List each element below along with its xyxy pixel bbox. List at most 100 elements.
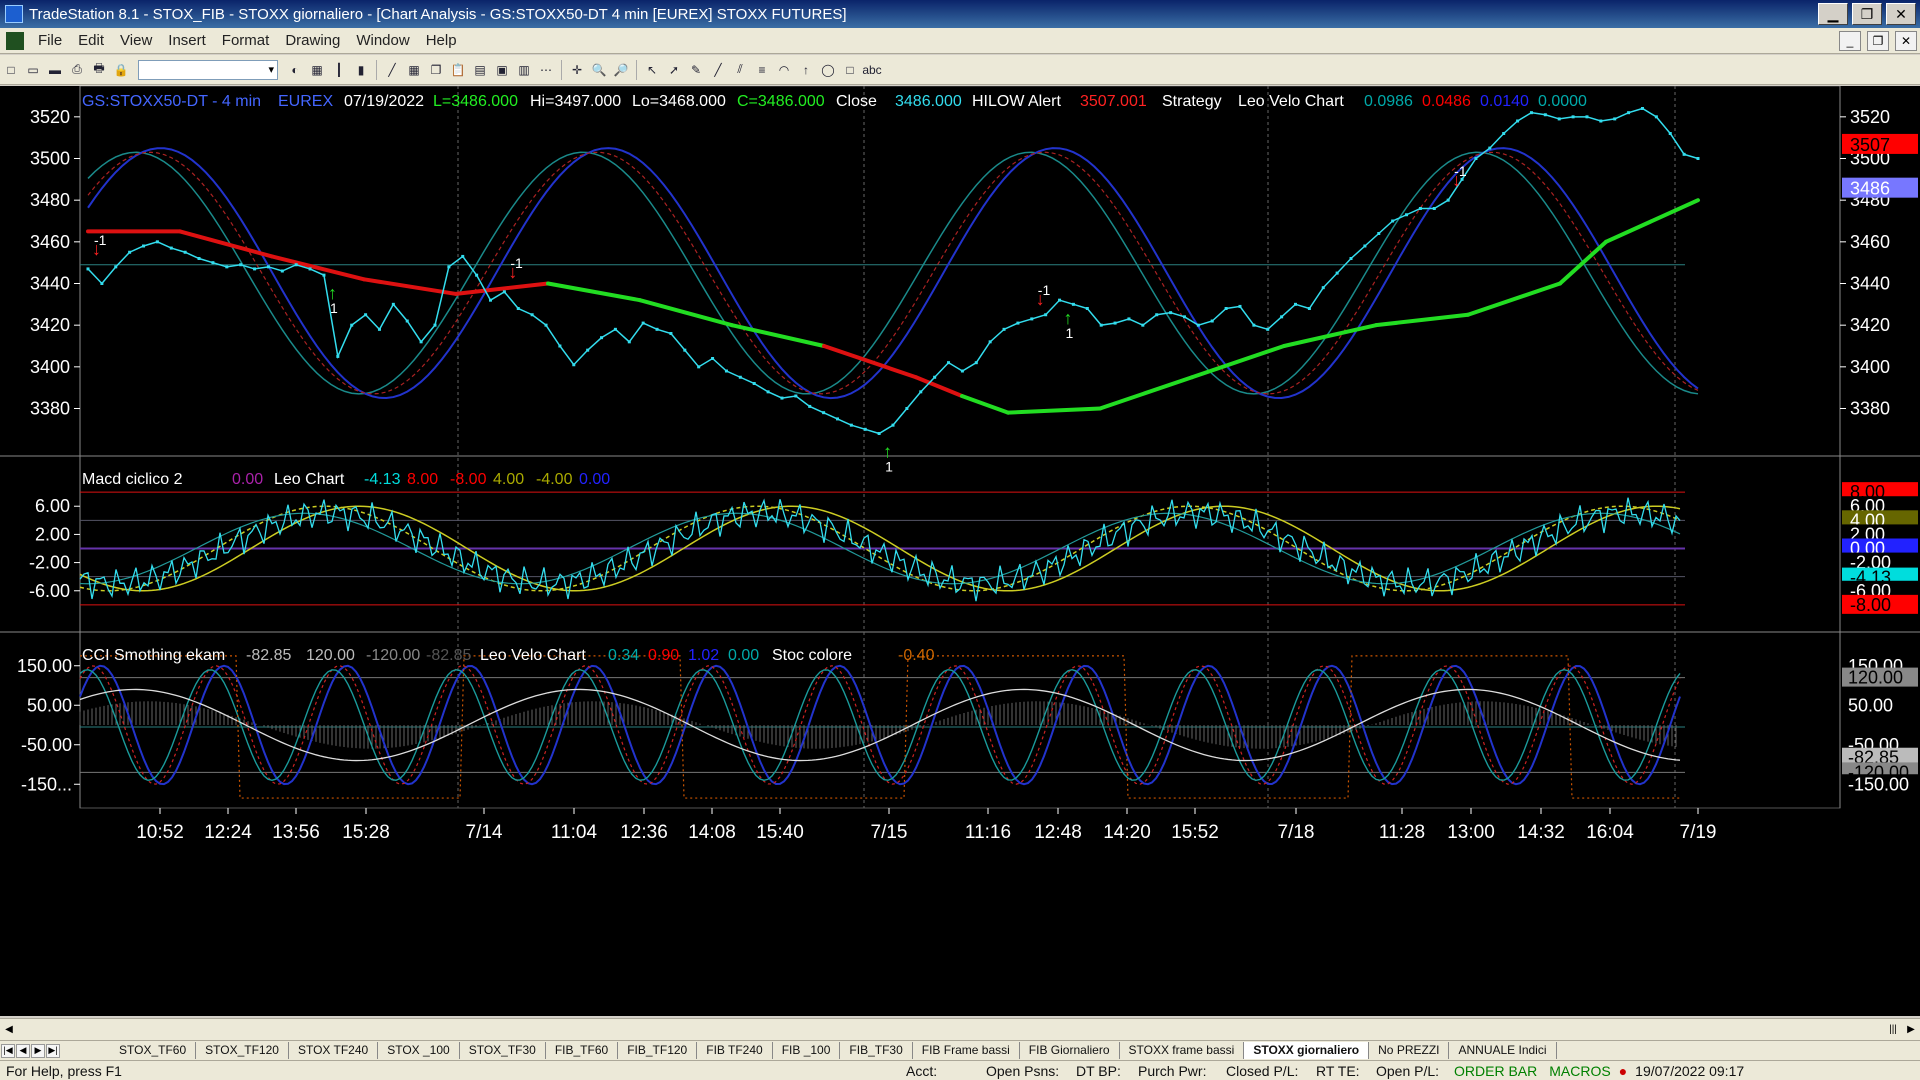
- close-price-point: [1432, 207, 1436, 210]
- minimize-button[interactable]: ▁: [1818, 3, 1848, 25]
- close-price-point: [1266, 327, 1270, 331]
- tab-nav-icon[interactable]: |◀: [1, 1043, 15, 1058]
- lock-icon[interactable]: 🔒: [112, 61, 130, 79]
- zoom-in-icon[interactable]: 🔍: [590, 61, 608, 79]
- tab-fib-giornaliero[interactable]: FIB Giornaliero: [1020, 1042, 1120, 1059]
- tab-fib-tf120[interactable]: FIB_TF120: [618, 1042, 698, 1059]
- tab-stox-100[interactable]: STOX _100: [378, 1042, 460, 1059]
- tab-fib-100[interactable]: FIB _100: [773, 1042, 841, 1059]
- tab-fib-tf60[interactable]: FIB_TF60: [546, 1042, 619, 1059]
- rectangle-icon[interactable]: □: [841, 61, 859, 79]
- cci-y-label: -50.00: [21, 735, 72, 755]
- tab-no-prezzi[interactable]: No PREZZI: [1369, 1042, 1450, 1059]
- pointer-icon[interactable]: ↖: [643, 61, 661, 79]
- restore-button[interactable]: ❐: [1852, 3, 1882, 25]
- scroll-right-icon[interactable]: ▶: [1902, 1021, 1920, 1039]
- color-icon[interactable]: ◐: [286, 61, 304, 79]
- child-close-button[interactable]: ✕: [1895, 30, 1917, 51]
- new-icon[interactable]: □: [2, 61, 20, 79]
- channel-icon[interactable]: ⫽: [731, 61, 749, 79]
- tab-stox-tf240[interactable]: STOX TF240: [289, 1042, 379, 1059]
- close-price-point: [1377, 232, 1381, 235]
- close-price-point: [600, 336, 604, 340]
- menu-edit[interactable]: Edit: [70, 32, 112, 49]
- menu-file[interactable]: File: [30, 32, 70, 49]
- price-header-exchange: EUREX: [278, 93, 333, 110]
- scroll-left-icon[interactable]: ◀: [0, 1021, 18, 1039]
- tab-fib-tf30[interactable]: FIB_TF30: [840, 1042, 913, 1059]
- child-restore-button[interactable]: ❐: [1867, 30, 1889, 51]
- macros-status[interactable]: MACROS: [1543, 1063, 1616, 1079]
- preview-icon[interactable]: 🖶: [90, 61, 108, 79]
- arrow-up-icon[interactable]: ↑: [797, 61, 815, 79]
- cursor-icon[interactable]: ➚: [665, 61, 683, 79]
- scroll-grip-icon[interactable]: |||: [1884, 1021, 1902, 1039]
- chart-area[interactable]: 3520 3520 3500 3500 3480 3480 3460 3460 3440 3440…: [0, 85, 1920, 1016]
- cci-leo-value: 0.90: [648, 647, 679, 664]
- x-axis-label: 15:28: [342, 822, 390, 843]
- chart-svg[interactable]: 3520 35203500 35003480 34803460 34603440 3440…: [0, 85, 1920, 1016]
- chart-icon[interactable]: ▦: [308, 61, 326, 79]
- tab-fib-frame-bassi[interactable]: FIB Frame bassi: [913, 1042, 1020, 1059]
- tools-icon[interactable]: ✎: [687, 61, 705, 79]
- trend-icon[interactable]: ╱: [709, 61, 727, 79]
- copy-icon[interactable]: ❐: [427, 61, 445, 79]
- close-button[interactable]: ✕: [1886, 3, 1916, 25]
- arc-icon[interactable]: ◠: [775, 61, 793, 79]
- bar-icon[interactable]: ┃: [330, 61, 348, 79]
- hilow-segment: [1098, 375, 1194, 411]
- print-icon[interactable]: ⎙: [68, 61, 86, 79]
- tab-annuale-indici[interactable]: ANNUALE Indici: [1449, 1042, 1557, 1059]
- close-price-point: [461, 254, 465, 258]
- close-price-point: [308, 267, 312, 271]
- menu-view[interactable]: View: [112, 32, 160, 49]
- tile-icon[interactable]: ▥: [515, 61, 533, 79]
- order-bar-status[interactable]: ORDER BAR: [1448, 1063, 1543, 1079]
- close-price-point: [405, 319, 409, 323]
- menu-drawing[interactable]: Drawing: [277, 32, 348, 49]
- window-icon[interactable]: ▣: [493, 61, 511, 79]
- tab-nav-icon[interactable]: ▶|: [46, 1043, 60, 1058]
- menu-bar: File Edit View Insert Format Drawing Win…: [0, 28, 1920, 54]
- tab-stox-tf30[interactable]: STOX_TF30: [460, 1042, 546, 1059]
- save-icon[interactable]: ▬: [46, 61, 64, 79]
- chart-window-icon[interactable]: [6, 31, 24, 50]
- close-price-point: [433, 323, 437, 327]
- dots-icon[interactable]: ⋯: [537, 61, 555, 79]
- close-price-point: [211, 261, 215, 265]
- signal-label: -1: [94, 232, 107, 248]
- paste-icon[interactable]: 📋: [449, 61, 467, 79]
- tab-stoxx-frame-bassi[interactable]: STOXX frame bassi: [1120, 1042, 1245, 1059]
- cross-icon[interactable]: ✛: [568, 61, 586, 79]
- table-icon[interactable]: ▤: [471, 61, 489, 79]
- grid-icon[interactable]: ▦: [405, 61, 423, 79]
- x-axis-label: 16:04: [1586, 822, 1634, 843]
- tab-nav-icon[interactable]: ◀: [16, 1043, 30, 1058]
- close-price-point: [1335, 271, 1339, 275]
- symbol-combo[interactable]: ▾: [138, 59, 278, 80]
- close-price-point: [1543, 113, 1547, 117]
- tab-stox-tf60[interactable]: STOX_TF60: [110, 1042, 197, 1059]
- combo-dropdown-icon[interactable]: ▾: [268, 63, 274, 76]
- menu-format[interactable]: Format: [214, 32, 278, 49]
- menu-insert[interactable]: Insert: [160, 32, 214, 49]
- horizontal-scrollbar[interactable]: ◀ ||| ▶: [0, 1018, 1920, 1040]
- price-y-label-left: 3460: [30, 232, 70, 252]
- tab-nav-icon[interactable]: ▶: [31, 1043, 45, 1058]
- tab-stox-tf120[interactable]: STOX_TF120: [196, 1042, 289, 1059]
- menu-window[interactable]: Window: [348, 32, 417, 49]
- fib-icon[interactable]: ≡: [753, 61, 771, 79]
- menu-help[interactable]: Help: [418, 32, 465, 49]
- child-minimize-button[interactable]: _: [1839, 30, 1861, 51]
- tab-fib-tf240[interactable]: FIB TF240: [697, 1042, 773, 1059]
- close-price-point: [294, 263, 298, 267]
- price-y-label-right: 3380: [1850, 399, 1890, 419]
- text-icon[interactable]: abc: [862, 61, 881, 79]
- zoom-out-icon[interactable]: 🔎: [612, 61, 630, 79]
- tab-stoxx-giornaliero[interactable]: STOXX giornaliero: [1244, 1042, 1370, 1059]
- candle-icon[interactable]: ▮: [352, 61, 370, 79]
- line-icon[interactable]: ╱: [383, 61, 401, 79]
- ellipse-icon[interactable]: ◯: [819, 61, 837, 79]
- open-icon[interactable]: ▭: [24, 61, 42, 79]
- signal-label: 1: [330, 300, 338, 316]
